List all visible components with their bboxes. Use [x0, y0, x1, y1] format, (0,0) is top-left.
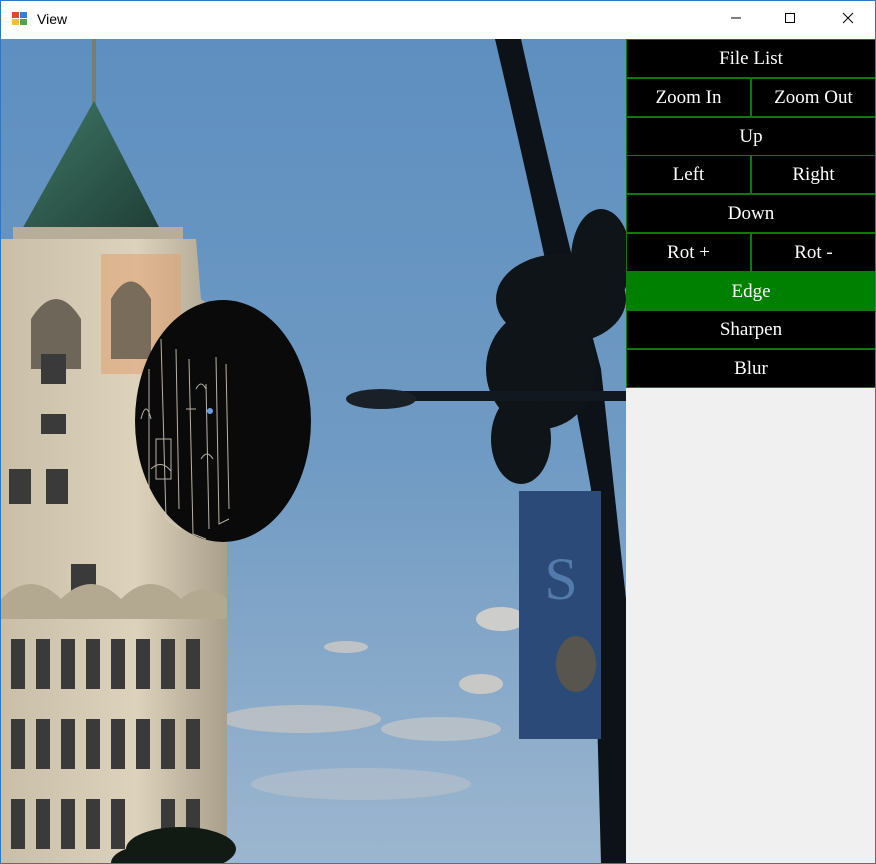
- down-button[interactable]: Down: [626, 194, 875, 233]
- photo-street-scene: S: [1, 39, 626, 863]
- close-icon: [842, 11, 854, 29]
- zoom-in-button[interactable]: Zoom In: [626, 78, 751, 117]
- rotate-plus-button[interactable]: Rot +: [626, 233, 751, 272]
- edge-button[interactable]: Edge: [626, 272, 875, 311]
- file-list-button[interactable]: File List: [626, 39, 875, 78]
- app-window: View S File List Zoom In Zoom Out Up Lef…: [0, 0, 876, 864]
- control-panel: File List Zoom In Zoom Out Up Left Right…: [626, 39, 875, 863]
- minimize-icon: [730, 11, 742, 29]
- app-icon: [12, 11, 28, 27]
- left-button[interactable]: Left: [626, 155, 751, 194]
- close-button[interactable]: [819, 1, 875, 39]
- svg-text:S: S: [544, 546, 577, 612]
- zoom-out-button[interactable]: Zoom Out: [751, 78, 875, 117]
- image-view[interactable]: S: [1, 39, 626, 863]
- edge-filter-ellipse: [135, 300, 311, 542]
- maximize-icon: [784, 11, 796, 29]
- window-title: View: [37, 11, 68, 27]
- up-button[interactable]: Up: [626, 117, 875, 156]
- minimize-button[interactable]: [707, 1, 765, 39]
- right-button[interactable]: Right: [751, 155, 875, 194]
- blur-button[interactable]: Blur: [626, 349, 875, 388]
- sharpen-button[interactable]: Sharpen: [626, 310, 875, 349]
- title-bar[interactable]: View: [1, 1, 875, 39]
- maximize-button[interactable]: [761, 1, 819, 39]
- rotate-minus-button[interactable]: Rot -: [751, 233, 875, 272]
